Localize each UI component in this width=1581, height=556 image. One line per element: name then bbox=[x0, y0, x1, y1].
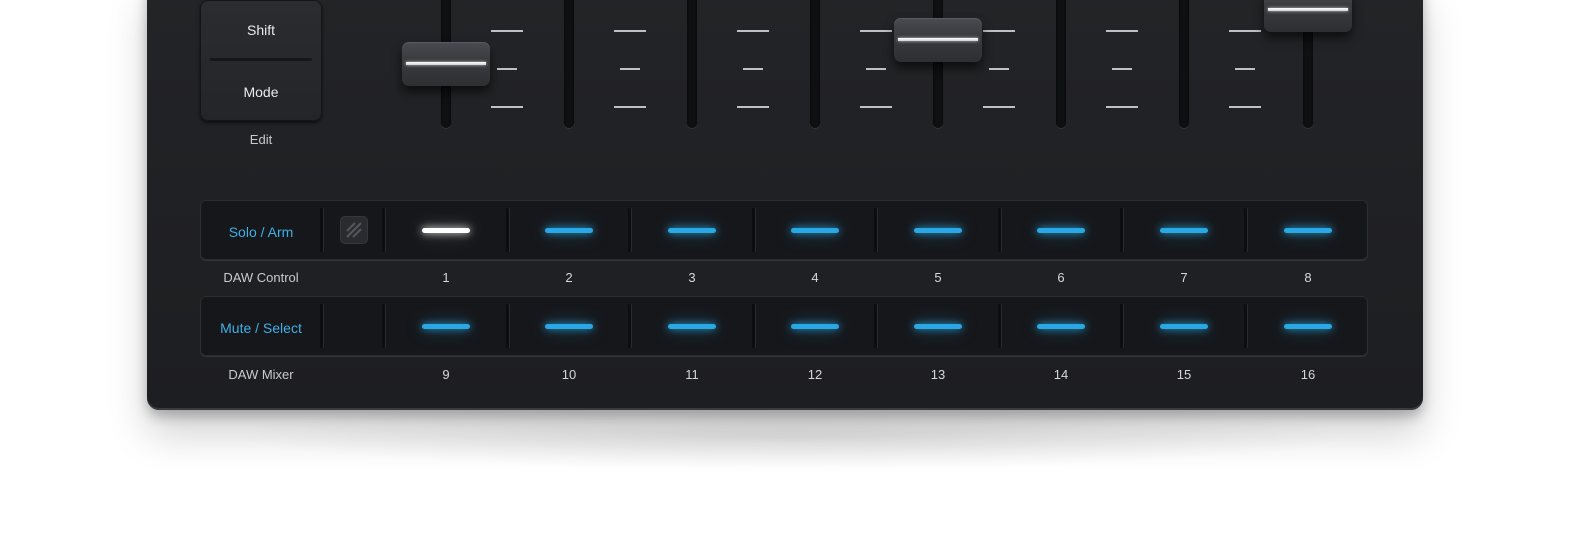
pad-number-label: 14 bbox=[1053, 367, 1069, 382]
pad-separator bbox=[874, 208, 877, 252]
focusrite-logo-icon bbox=[340, 216, 368, 244]
fader-cap[interactable] bbox=[894, 18, 982, 62]
fader-scale-tick bbox=[491, 106, 523, 108]
pad-number-label: 5 bbox=[934, 270, 942, 285]
pad-separator bbox=[874, 304, 877, 348]
fader-cap-indicator bbox=[1268, 8, 1348, 11]
pad-16-button[interactable] bbox=[1284, 324, 1332, 329]
pad-separator bbox=[506, 208, 509, 252]
pad-number-label: 15 bbox=[1176, 367, 1192, 382]
fader-scale-tick bbox=[860, 30, 892, 32]
pad-separator bbox=[752, 304, 755, 348]
fader-scale-tick bbox=[620, 68, 640, 70]
fader-scale-tick bbox=[737, 106, 769, 108]
pad-9-button[interactable] bbox=[422, 324, 470, 329]
fader-scale-tick bbox=[860, 106, 892, 108]
pad-separator bbox=[628, 208, 631, 252]
pad-7-button[interactable] bbox=[1160, 228, 1208, 233]
pad-separator bbox=[382, 304, 385, 348]
pad-number-label: 2 bbox=[565, 270, 573, 285]
fader-scale-tick bbox=[614, 30, 646, 32]
pad-4-button[interactable] bbox=[791, 228, 839, 233]
fader-scale-tick bbox=[1112, 68, 1132, 70]
pad-3-button[interactable] bbox=[668, 228, 716, 233]
pad-number-label: 3 bbox=[688, 270, 696, 285]
pad-5-button[interactable] bbox=[914, 228, 962, 233]
fader-track[interactable] bbox=[810, 0, 820, 128]
pad-number-label: 11 bbox=[685, 367, 699, 382]
pad-separator bbox=[752, 208, 755, 252]
shift-label: Shift bbox=[246, 22, 275, 38]
pad-separator bbox=[1120, 304, 1123, 348]
pad-separator bbox=[506, 304, 509, 348]
pad-number-label: 9 bbox=[442, 367, 450, 382]
pad-number-label: 7 bbox=[1180, 270, 1188, 285]
pad-number-label: 6 bbox=[1057, 270, 1065, 285]
pad-row-daw-mixer: Mute / Select bbox=[200, 296, 1368, 356]
fader-scale-tick bbox=[1235, 68, 1255, 70]
fader-scale-tick bbox=[1106, 30, 1138, 32]
fader-scale-tick bbox=[983, 106, 1015, 108]
fader-scale-tick bbox=[1229, 30, 1261, 32]
fader-cap-indicator bbox=[898, 38, 978, 41]
pad-11-button[interactable] bbox=[668, 324, 716, 329]
fader-scale-tick bbox=[737, 30, 769, 32]
pad-number-label: 4 bbox=[811, 270, 819, 285]
pad-separator bbox=[1120, 208, 1123, 252]
pad-separator bbox=[320, 304, 323, 348]
fader-scale-tick bbox=[743, 68, 763, 70]
fader-scale-tick bbox=[989, 68, 1009, 70]
edit-caption: Edit bbox=[249, 132, 273, 147]
pad-number-label: 16 bbox=[1300, 367, 1316, 382]
device-shadow bbox=[220, 400, 1360, 470]
daw-mixer-caption: DAW Mixer bbox=[228, 367, 294, 382]
pad-row-daw-control: Solo / Arm bbox=[200, 200, 1368, 260]
shift-mode-button[interactable]: Shift Mode bbox=[200, 0, 322, 121]
mode-label: Mode bbox=[243, 84, 279, 100]
fader-track[interactable] bbox=[687, 0, 697, 128]
button-divider bbox=[210, 58, 312, 61]
fader-track[interactable] bbox=[1179, 0, 1189, 128]
pad-number-label: 13 bbox=[930, 367, 946, 382]
pad-separator bbox=[382, 208, 385, 252]
pad-number-label: 8 bbox=[1304, 270, 1312, 285]
pad-10-button[interactable] bbox=[545, 324, 593, 329]
fader-scale-tick bbox=[1106, 106, 1138, 108]
pad-number-label: 1 bbox=[442, 270, 450, 285]
pad-separator bbox=[320, 208, 323, 252]
pad-number-label: 12 bbox=[807, 367, 823, 382]
pad-15-button[interactable] bbox=[1160, 324, 1208, 329]
daw-control-caption: DAW Control bbox=[223, 270, 299, 285]
fader-cap[interactable] bbox=[402, 42, 490, 86]
fader-scale-tick bbox=[491, 30, 523, 32]
pad-separator bbox=[1244, 208, 1247, 252]
solo-arm-button[interactable]: Solo / Arm bbox=[200, 224, 322, 240]
pad-number-label: 10 bbox=[561, 367, 577, 382]
fader-scale-tick bbox=[866, 68, 886, 70]
fader-track[interactable] bbox=[1056, 0, 1066, 128]
pad-12-button[interactable] bbox=[791, 324, 839, 329]
pad-separator bbox=[998, 304, 1001, 348]
pad-1-button[interactable] bbox=[422, 228, 470, 233]
fader-scale-tick bbox=[497, 68, 517, 70]
fader-track[interactable] bbox=[564, 0, 574, 128]
fader-cap[interactable] bbox=[1264, 0, 1352, 32]
fader-scale-tick bbox=[1229, 106, 1261, 108]
pad-2-button[interactable] bbox=[545, 228, 593, 233]
pad-13-button[interactable] bbox=[914, 324, 962, 329]
pad-14-button[interactable] bbox=[1037, 324, 1085, 329]
pad-6-button[interactable] bbox=[1037, 228, 1085, 233]
mute-select-button[interactable]: Mute / Select bbox=[200, 320, 322, 336]
pad-separator bbox=[998, 208, 1001, 252]
pad-separator bbox=[1244, 304, 1247, 348]
fader-cap-indicator bbox=[406, 62, 486, 65]
fader-scale-tick bbox=[983, 30, 1015, 32]
fader-scale-tick bbox=[614, 106, 646, 108]
pad-separator bbox=[628, 304, 631, 348]
pad-8-button[interactable] bbox=[1284, 228, 1332, 233]
